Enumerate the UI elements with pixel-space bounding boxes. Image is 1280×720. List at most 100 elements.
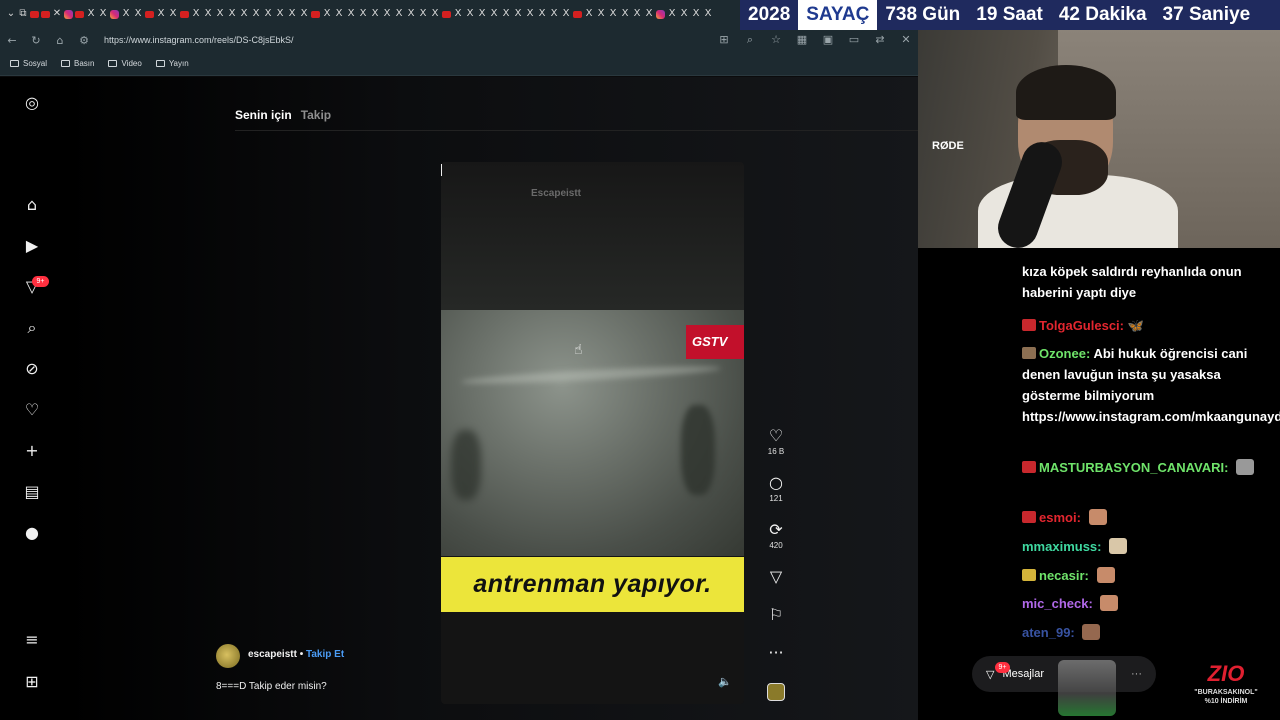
tab-youtube-icon[interactable]	[41, 10, 50, 18]
reels-icon[interactable]: ▶	[22, 236, 42, 256]
zoom-icon[interactable]: ⌕	[738, 33, 762, 47]
home-icon[interactable]: ⌂	[22, 195, 42, 215]
bookmark-folder-basin[interactable]: Basın	[61, 59, 94, 68]
chat-username[interactable]: Ozonee:	[1039, 346, 1090, 361]
tab-x-icon[interactable]: X	[703, 9, 713, 19]
tab-youtube-icon[interactable]	[75, 10, 84, 18]
translate-icon[interactable]: ⇄	[868, 33, 892, 47]
tab-x-icon[interactable]: X	[477, 9, 487, 19]
tab-x-icon[interactable]: X	[227, 9, 237, 19]
tab-x-icon[interactable]: X	[334, 9, 344, 19]
volume-icon[interactable]: 🔈	[718, 675, 732, 688]
tab-x-icon[interactable]: X	[382, 9, 392, 19]
home-icon[interactable]: ⌂	[48, 34, 72, 47]
notifications-heart-icon[interactable]: ♡	[22, 400, 42, 420]
author-avatar[interactable]	[216, 644, 240, 668]
tab-x-icon[interactable]: X	[596, 9, 606, 19]
tab-x-icon[interactable]: X	[322, 9, 332, 19]
repost-button[interactable]: ⟳ 420	[764, 521, 788, 551]
tab-for-you[interactable]: Senin için	[235, 108, 292, 122]
tab-x-icon[interactable]: X	[644, 9, 654, 19]
tab-x-icon[interactable]: X	[525, 9, 535, 19]
create-plus-icon[interactable]: +	[22, 441, 42, 461]
also-from-meta-icon[interactable]: ⊞	[22, 672, 42, 692]
tab-youtube-icon[interactable]	[311, 10, 320, 18]
reload-icon[interactable]: ↻	[24, 34, 48, 47]
more-menu-icon[interactable]: ≡	[22, 630, 42, 650]
tab-x-icon[interactable]: X	[453, 9, 463, 19]
tab-x-icon[interactable]: X	[275, 9, 285, 19]
tab-x-icon[interactable]: X	[608, 9, 618, 19]
extension-icon[interactable]: ▦	[790, 33, 814, 47]
tab-x-icon[interactable]: X	[98, 9, 108, 19]
bookmark-folder-sosyal[interactable]: Sosyal	[10, 59, 47, 68]
chat-username[interactable]: necasir:	[1039, 568, 1089, 583]
tab-x-icon[interactable]: X	[133, 9, 143, 19]
tab-instagram-icon[interactable]	[110, 9, 119, 19]
tab-x-icon[interactable]: X	[667, 9, 677, 19]
tab-x-icon[interactable]: X	[537, 9, 547, 19]
tab-list-chevron-icon[interactable]: ⌄	[6, 9, 16, 19]
tab-x-icon[interactable]: X	[299, 9, 309, 19]
tab-workspaces-icon[interactable]: ⧉	[18, 9, 28, 19]
chat-username[interactable]: mic_check:	[1022, 596, 1093, 611]
url-field[interactable]: https://www.instagram.com/reels/DS-C8jsE…	[104, 35, 294, 45]
share-button[interactable]: ▽	[764, 568, 788, 586]
tab-x-icon[interactable]: X	[239, 9, 249, 19]
tab-x-icon[interactable]: X	[168, 9, 178, 19]
tab-youtube-icon[interactable]	[145, 10, 154, 18]
tab-x-icon[interactable]: X	[358, 9, 368, 19]
chat-username[interactable]: TolgaGulesci:	[1039, 318, 1124, 333]
chat-username[interactable]: esmoi:	[1039, 510, 1081, 525]
extension-icon[interactable]: ✕	[894, 33, 918, 47]
tab-x-icon[interactable]: X	[263, 9, 273, 19]
chat-username[interactable]: MASTURBASYON_CANAVARI:	[1039, 460, 1228, 475]
back-arrow-icon[interactable]: ←	[0, 34, 24, 47]
bookmark-folder-video[interactable]: Video	[108, 59, 142, 68]
author-username[interactable]: escapeistt	[248, 649, 297, 660]
tab-x-icon[interactable]: X	[465, 9, 475, 19]
tab-youtube-icon[interactable]	[573, 10, 582, 18]
tab-x-icon[interactable]: X	[561, 9, 571, 19]
explore-icon[interactable]: ⊘	[22, 359, 42, 379]
tab-x-icon[interactable]: X	[691, 9, 701, 19]
extension-icon[interactable]: ▣	[816, 33, 840, 47]
tab-x-icon[interactable]: X	[287, 9, 297, 19]
tab-instagram-icon[interactable]	[64, 9, 73, 19]
tab-x-icon[interactable]: X	[191, 9, 201, 19]
tab-x-icon[interactable]: X	[584, 9, 594, 19]
follow-button[interactable]: Takip Et	[306, 649, 344, 660]
tab-youtube-icon[interactable]	[442, 10, 451, 18]
bookmark-star-icon[interactable]: ☆	[764, 33, 788, 47]
audio-thumbnail[interactable]	[767, 683, 785, 701]
tab-x-icon[interactable]: X	[549, 9, 559, 19]
tab-x-icon[interactable]: X	[501, 9, 511, 19]
tab-instagram-icon[interactable]	[656, 9, 665, 19]
dashboard-icon[interactable]: ▤	[22, 482, 42, 502]
chat-username[interactable]: aten_99:	[1022, 625, 1075, 640]
bookmark-folder-yayin[interactable]: Yayın	[155, 59, 189, 68]
tab-x-icon[interactable]: X	[215, 9, 225, 19]
instagram-logo-icon[interactable]: ◎	[22, 93, 42, 113]
tab-x-icon[interactable]: X	[251, 9, 261, 19]
tab-x-icon[interactable]: X	[620, 9, 630, 19]
more-options-button[interactable]: ···	[764, 644, 788, 662]
tab-x-icon[interactable]: X	[406, 9, 416, 19]
tab-x-icon[interactable]: X	[86, 9, 96, 19]
tab-x-icon[interactable]: X	[121, 9, 131, 19]
tab-x-icon[interactable]: X	[489, 9, 499, 19]
tab-x-icon[interactable]: X	[632, 9, 642, 19]
like-button[interactable]: ♡ 16 B	[764, 427, 788, 457]
chat-username[interactable]: mmaximuss:	[1022, 539, 1101, 554]
save-button[interactable]: ⚐	[764, 606, 788, 624]
tab-x-icon[interactable]: X	[418, 9, 428, 19]
tab-x-icon[interactable]: X	[203, 9, 213, 19]
tab-x-icon[interactable]: X	[430, 9, 440, 19]
tab-following[interactable]: Takip	[301, 108, 331, 122]
search-icon[interactable]: ⌕	[22, 318, 42, 338]
tab-x-icon[interactable]: X	[346, 9, 356, 19]
tab-x-icon[interactable]: X	[156, 9, 166, 19]
tab-x-icon[interactable]: X	[394, 9, 404, 19]
more-dots-icon[interactable]: ···	[1131, 668, 1142, 680]
tab-youtube-icon[interactable]	[180, 10, 189, 18]
